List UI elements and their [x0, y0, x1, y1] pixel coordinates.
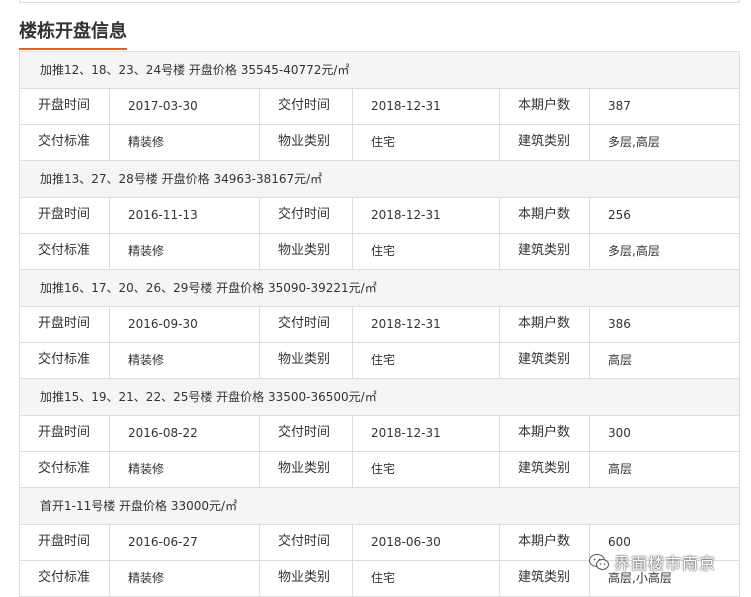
building-type-label: 建筑类别 — [500, 452, 590, 487]
units-value: 300 — [608, 426, 631, 440]
building-type-value: 高层 — [608, 462, 633, 476]
table-row: 开盘时间 2016-11-13 交付时间 2018-12-31 本期户数 256 — [20, 198, 739, 234]
open-time-value: 2017-03-30 — [110, 89, 260, 124]
delivery-time-value: 2018-06-30 — [353, 525, 500, 560]
delivery-time-label: 交付时间 — [260, 525, 353, 560]
building-type-value: 多层,高层 — [608, 244, 660, 258]
property-type-label: 物业类别 — [260, 561, 353, 596]
building-type-label: 建筑类别 — [500, 234, 590, 269]
delivery-standard-value: 精装修 — [110, 343, 260, 378]
group-header: 加推13、27、28号楼 开盘价格 34963-38167元/㎡ — [20, 161, 739, 198]
delivery-time-value: 2018-12-31 — [353, 198, 500, 233]
table-row: 开盘时间 2016-09-30 交付时间 2018-12-31 本期户数 386 — [20, 307, 739, 343]
delivery-standard-value: 精装修 — [110, 452, 260, 487]
table-row: 交付标准 精装修 物业类别 住宅 建筑类别 多层,高层 — [20, 125, 739, 161]
units-value: 256 — [608, 208, 631, 222]
building-group: 加推13、27、28号楼 开盘价格 34963-38167元/㎡ 开盘时间 20… — [19, 161, 740, 270]
open-time-label: 开盘时间 — [20, 198, 110, 233]
delivery-time-label: 交付时间 — [260, 416, 353, 451]
group-header: 加推15、19、21、22、25号楼 开盘价格 33500-36500元/㎡ — [20, 379, 739, 416]
building-type-label: 建筑类别 — [500, 343, 590, 378]
delivery-standard-label: 交付标准 — [20, 234, 110, 269]
open-time-label: 开盘时间 — [20, 416, 110, 451]
title-underline — [19, 48, 127, 50]
table-row: 开盘时间 2016-08-22 交付时间 2018-12-31 本期户数 300 — [20, 416, 739, 452]
units-value: 387 — [608, 99, 631, 113]
group-header: 加推12、18、23、24号楼 开盘价格 35545-40772元/㎡ — [20, 52, 739, 89]
open-time-value: 2016-11-13 — [110, 198, 260, 233]
delivery-time-value: 2018-12-31 — [353, 307, 500, 342]
table-row: 开盘时间 2017-03-30 交付时间 2018-12-31 本期户数 387 — [20, 89, 739, 125]
building-group: 加推12、18、23、24号楼 开盘价格 35545-40772元/㎡ 开盘时间… — [19, 52, 740, 161]
units-label: 本期户数 — [500, 198, 590, 233]
property-type-value: 住宅 — [353, 234, 500, 269]
table-row: 交付标准 精装修 物业类别 住宅 建筑类别 高层 — [20, 452, 739, 488]
building-type-value: 多层,高层 — [608, 135, 660, 149]
delivery-time-label: 交付时间 — [260, 198, 353, 233]
delivery-time-value: 2018-12-31 — [353, 89, 500, 124]
property-type-label: 物业类别 — [260, 343, 353, 378]
units-label: 本期户数 — [500, 525, 590, 560]
building-info-table: 加推12、18、23、24号楼 开盘价格 35545-40772元/㎡ 开盘时间… — [19, 51, 740, 597]
property-type-label: 物业类别 — [260, 452, 353, 487]
open-time-value: 2016-08-22 — [110, 416, 260, 451]
open-time-value: 2016-09-30 — [110, 307, 260, 342]
group-header: 加推16、17、20、26、29号楼 开盘价格 35090-39221元/㎡ — [20, 270, 739, 307]
open-time-value: 2016-06-27 — [110, 525, 260, 560]
open-time-label: 开盘时间 — [20, 307, 110, 342]
delivery-standard-label: 交付标准 — [20, 125, 110, 160]
property-type-value: 住宅 — [353, 452, 500, 487]
building-type-value: 高层 — [608, 353, 633, 367]
delivery-standard-value: 精装修 — [110, 561, 260, 596]
building-group: 加推16、17、20、26、29号楼 开盘价格 35090-39221元/㎡ 开… — [19, 270, 740, 379]
wechat-icon — [589, 554, 609, 570]
building-type-label: 建筑类别 — [500, 561, 590, 596]
building-group: 加推15、19、21、22、25号楼 开盘价格 33500-36500元/㎡ 开… — [19, 379, 740, 488]
delivery-standard-label: 交付标准 — [20, 343, 110, 378]
group-header: 首开1-11号楼 开盘价格 33000元/㎡ — [20, 488, 739, 525]
table-row: 交付标准 精装修 物业类别 住宅 建筑类别 多层,高层 — [20, 234, 739, 270]
building-group: 首开1-11号楼 开盘价格 33000元/㎡ 开盘时间 2016-06-27 交… — [19, 488, 740, 597]
property-type-value: 住宅 — [353, 561, 500, 596]
open-time-label: 开盘时间 — [20, 89, 110, 124]
units-label: 本期户数 — [500, 89, 590, 124]
units-label: 本期户数 — [500, 416, 590, 451]
open-time-label: 开盘时间 — [20, 525, 110, 560]
delivery-time-value: 2018-12-31 — [353, 416, 500, 451]
property-type-value: 住宅 — [353, 125, 500, 160]
delivery-time-label: 交付时间 — [260, 307, 353, 342]
property-type-value: 住宅 — [353, 343, 500, 378]
property-type-label: 物业类别 — [260, 234, 353, 269]
delivery-standard-label: 交付标准 — [20, 561, 110, 596]
property-type-label: 物业类别 — [260, 125, 353, 160]
units-value: 386 — [608, 317, 631, 331]
section-title: 楼栋开盘信息 — [19, 21, 127, 42]
building-type-label: 建筑类别 — [500, 125, 590, 160]
delivery-standard-value: 精装修 — [110, 234, 260, 269]
delivery-standard-label: 交付标准 — [20, 452, 110, 487]
units-label: 本期户数 — [500, 307, 590, 342]
delivery-time-label: 交付时间 — [260, 89, 353, 124]
watermark: 界面楼市南京 — [588, 548, 716, 576]
table-row: 交付标准 精装修 物业类别 住宅 建筑类别 高层 — [20, 343, 739, 379]
top-frame — [19, 0, 740, 3]
watermark-text: 界面楼市南京 — [614, 554, 717, 573]
delivery-standard-value: 精装修 — [110, 125, 260, 160]
